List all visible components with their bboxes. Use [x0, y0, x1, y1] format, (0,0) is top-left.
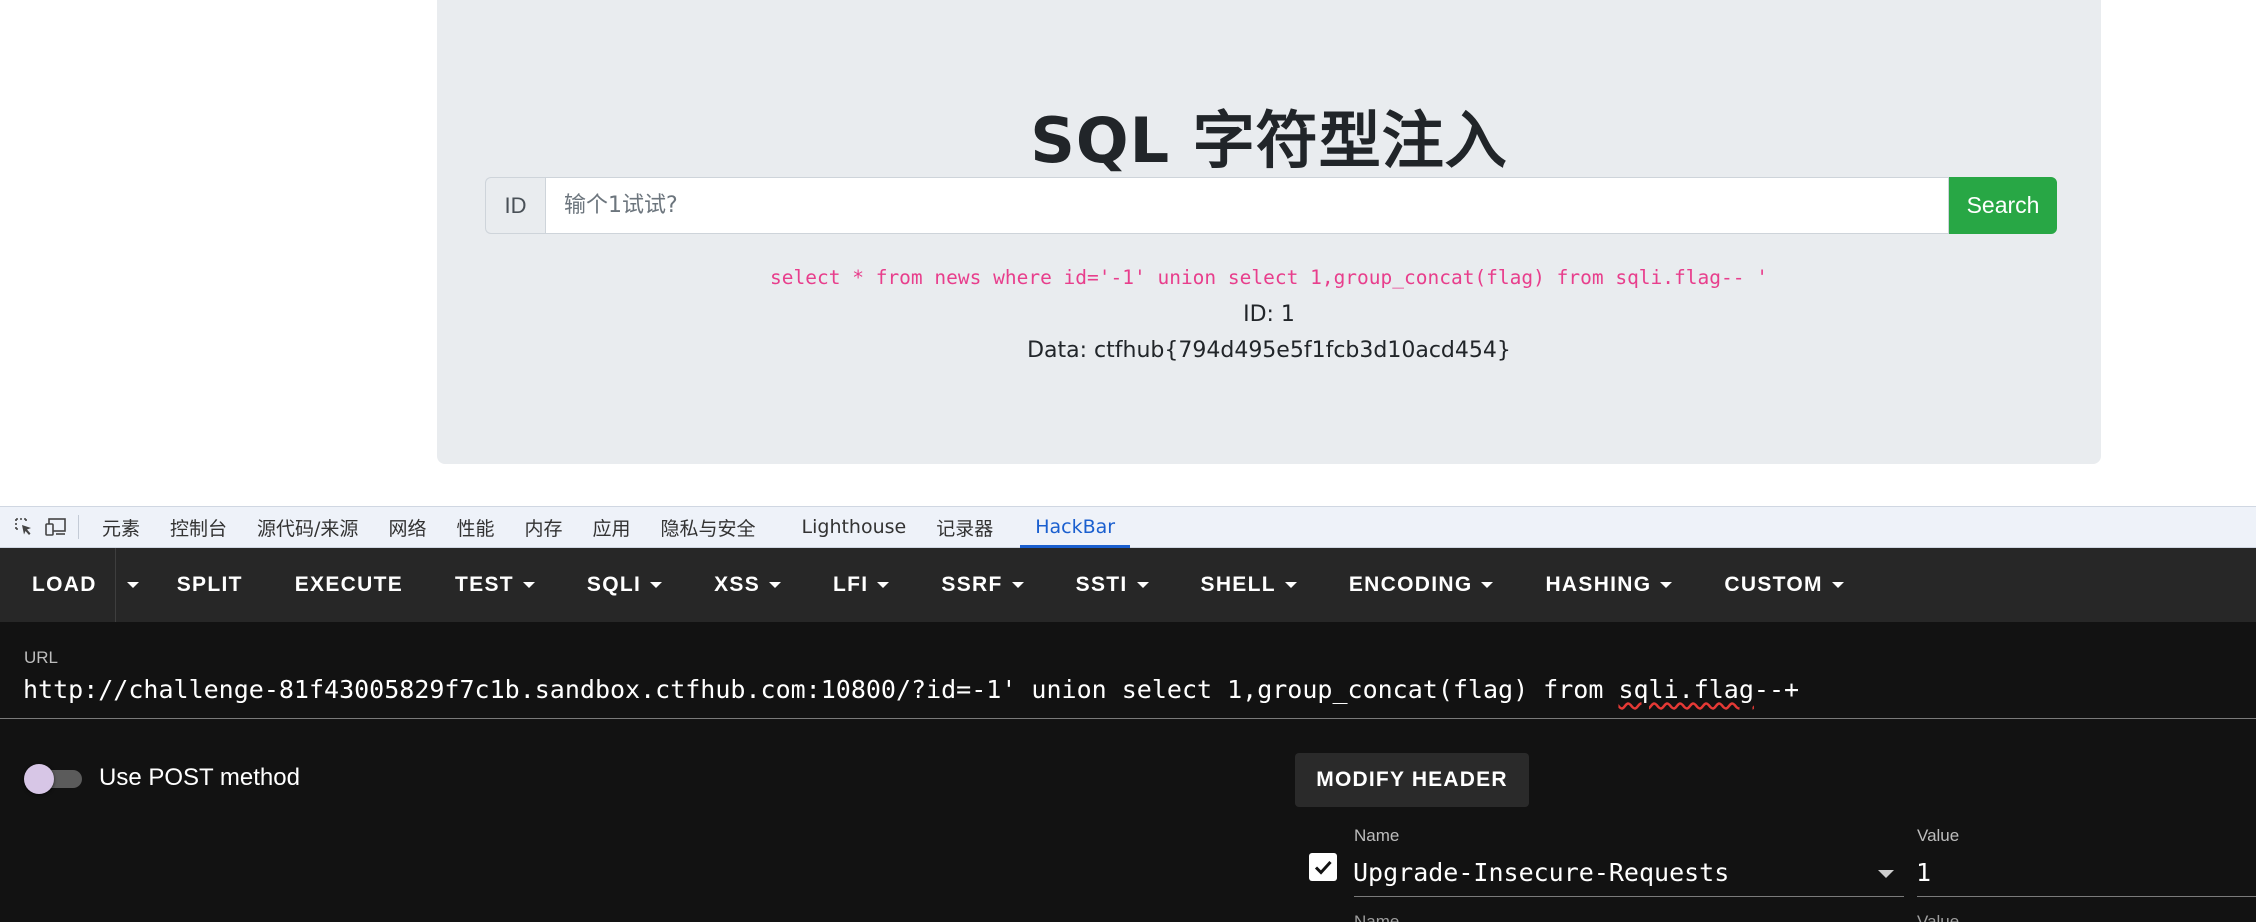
ssrf-menu[interactable]: SSRF	[915, 548, 1049, 622]
hashing-menu-label: HASHING	[1545, 573, 1652, 596]
header-enabled-checkbox[interactable]	[1309, 853, 1337, 881]
test-menu-label: TEST	[455, 573, 514, 596]
test-menu[interactable]: TEST	[429, 548, 561, 622]
devtools-tab-bar: 元素 控制台 源代码/来源 网络 性能 内存 应用 隐私与安全 Lighthou…	[0, 506, 2256, 548]
tab-hackbar[interactable]: HackBar	[1020, 506, 1131, 548]
lfi-menu[interactable]: LFI	[807, 548, 915, 622]
result-data: Data: ctfhub{794d495e5f1fcb3d10acd454}	[1027, 338, 1511, 363]
divider	[78, 515, 79, 539]
inspect-element-icon[interactable]	[8, 506, 40, 548]
id-input[interactable]	[545, 177, 1949, 234]
hackbar-toolbar: LOAD SPLIT EXECUTE TEST SQLI XSS LFI SSR…	[0, 548, 2256, 622]
chevron-down-icon	[877, 582, 890, 588]
result-id: ID: 1	[1243, 302, 1295, 327]
url-spellcheck-word: sqli.flag	[1618, 675, 1754, 704]
chevron-down-icon	[1011, 582, 1024, 588]
post-method-toggle[interactable]	[24, 764, 82, 794]
chevron-down-icon	[1136, 582, 1149, 588]
xss-menu[interactable]: XSS	[688, 548, 807, 622]
chevron-down-icon	[1481, 582, 1494, 588]
tab-console[interactable]: 控制台	[155, 506, 242, 548]
url-label: URL	[24, 648, 59, 667]
chevron-down-icon	[1284, 582, 1297, 588]
chevron-down-icon	[522, 582, 535, 588]
header-name-field[interactable]: Upgrade-Insecure-Requests	[1353, 858, 1729, 887]
search-button[interactable]: Search	[1949, 177, 2057, 234]
tab-network[interactable]: 网络	[373, 506, 441, 548]
header-name-label: Name	[1354, 826, 1400, 845]
tab-memory[interactable]: 内存	[509, 506, 577, 548]
toggle-thumb	[24, 764, 54, 794]
execute-button[interactable]: EXECUTE	[269, 548, 429, 622]
ssti-menu-label: SSTI	[1075, 573, 1128, 596]
url-text-suffix: --+	[1753, 675, 1800, 704]
encoding-menu[interactable]: ENCODING	[1323, 548, 1520, 622]
url-text: http://challenge-81f43005829f7c1b.sandbo…	[23, 675, 1619, 704]
header-value-field[interactable]: 1	[1916, 858, 1931, 887]
encoding-menu-label: ENCODING	[1348, 573, 1473, 596]
next-header-value-label: Value	[1917, 912, 1960, 922]
url-field-underline	[0, 718, 2256, 719]
sqli-menu[interactable]: SQLI	[561, 548, 688, 622]
search-form: ID Search	[485, 177, 2057, 234]
header-value-underline	[1917, 896, 2256, 897]
tab-performance[interactable]: 性能	[441, 506, 509, 548]
ssrf-menu-label: SSRF	[941, 573, 1003, 596]
tab-recorder[interactable]: 记录器	[921, 506, 1008, 548]
sql-query-text: select * from news where id='-1' union s…	[770, 266, 1768, 289]
tab-privacy-security[interactable]: 隐私与安全	[646, 506, 771, 548]
id-addon-label: ID	[485, 177, 545, 234]
jumbotron: SQL 字符型注入 ID Search select * from news w…	[437, 0, 2101, 464]
load-dropdown-button[interactable]	[114, 548, 151, 622]
sqli-menu-label: SQLI	[586, 573, 642, 596]
chevron-down-icon	[769, 582, 782, 588]
load-button[interactable]: LOAD	[6, 548, 115, 622]
header-name-underline	[1354, 896, 1904, 897]
page-title: SQL 字符型注入	[1030, 104, 1508, 177]
tab-sources[interactable]: 源代码/来源	[242, 506, 373, 548]
chevron-down-icon	[127, 582, 140, 588]
custom-menu[interactable]: CUSTOM	[1698, 548, 1869, 622]
ssti-menu[interactable]: SSTI	[1050, 548, 1175, 622]
hackbar-panel: LOAD SPLIT EXECUTE TEST SQLI XSS LFI SSR…	[0, 548, 2256, 922]
tab-lighthouse[interactable]: Lighthouse	[787, 506, 922, 548]
chevron-down-icon	[650, 582, 663, 588]
chevron-down-icon	[1660, 582, 1673, 588]
custom-menu-label: CUSTOM	[1724, 573, 1823, 596]
header-name-dropdown-icon[interactable]	[1878, 870, 1894, 878]
chevron-down-icon	[1831, 582, 1844, 588]
xss-menu-label: XSS	[714, 573, 761, 596]
checkmark-icon	[1314, 860, 1332, 875]
tab-elements[interactable]: 元素	[87, 506, 155, 548]
hashing-menu[interactable]: HASHING	[1519, 548, 1698, 622]
device-toolbar-icon[interactable]	[40, 506, 72, 548]
shell-menu-label: SHELL	[1200, 573, 1276, 596]
next-header-name-label: Name	[1354, 912, 1400, 922]
lfi-menu-label: LFI	[833, 573, 869, 596]
web-page: SQL 字符型注入 ID Search select * from news w…	[0, 0, 2256, 506]
url-field[interactable]: http://challenge-81f43005829f7c1b.sandbo…	[23, 675, 1799, 704]
tab-application[interactable]: 应用	[577, 506, 645, 548]
split-button[interactable]: SPLIT	[151, 548, 269, 622]
header-value-label: Value	[1917, 826, 1960, 845]
modify-header-button[interactable]: MODIFY HEADER	[1295, 753, 1529, 807]
shell-menu[interactable]: SHELL	[1175, 548, 1323, 622]
post-method-label: Use POST method	[99, 764, 300, 791]
